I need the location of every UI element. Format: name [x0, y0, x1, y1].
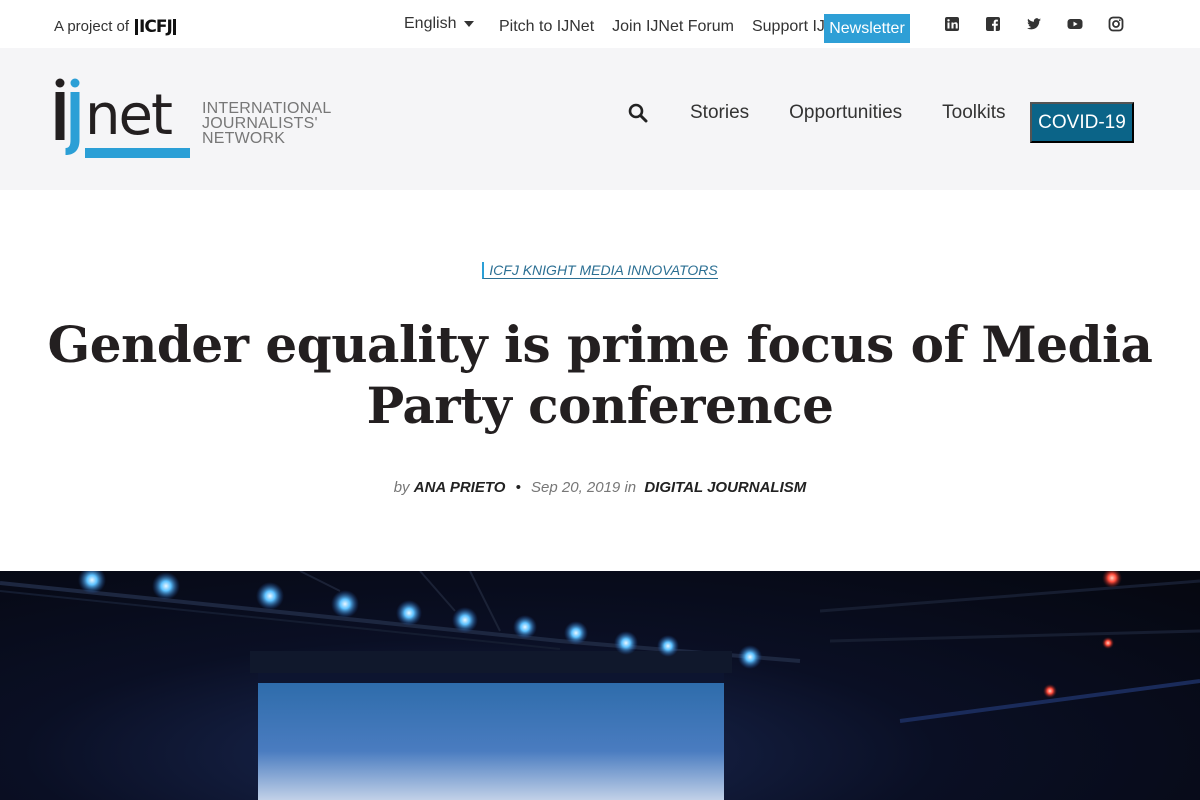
forum-link[interactable]: Join IJNet Forum [612, 18, 734, 36]
tagline-line: INTERNATIONAL [202, 100, 332, 117]
search-icon[interactable] [628, 103, 648, 123]
article-title: Gender equality is prime focus of Media … [47, 315, 1153, 435]
meta-separator: • [515, 479, 521, 496]
ijnet-logo[interactable]: net [54, 78, 190, 160]
utility-bar: A project of ICFJ English Pitch to IJNet… [0, 0, 1200, 48]
pitch-link[interactable]: Pitch to IJNet [499, 18, 594, 36]
publish-date: Sep 20, 2019 [531, 479, 621, 496]
nav-opportunities[interactable]: Opportunities [789, 102, 902, 124]
article-meta: by ANA PRIETO • Sep 20, 2019 in DIGITAL … [0, 479, 1200, 496]
language-selector[interactable]: English [404, 15, 475, 33]
linkedin-icon[interactable] [944, 16, 960, 32]
twitter-icon[interactable] [1026, 16, 1042, 32]
nav-toolkits[interactable]: Toolkits [942, 102, 1005, 124]
tagline-line: NETWORK [202, 130, 286, 147]
svg-text:net: net [85, 83, 172, 148]
article-category: ICFJ KNIGHT MEDIA INNOVATORS [0, 262, 1200, 279]
main-nav: Stories Opportunities Toolkits [628, 102, 1046, 124]
newsletter-button[interactable]: Newsletter [824, 14, 910, 43]
by-label: by [393, 479, 410, 496]
instagram-icon[interactable] [1108, 16, 1124, 32]
section-link[interactable]: DIGITAL JOURNALISM [644, 479, 806, 496]
covid-button[interactable]: COVID-19 [1030, 102, 1134, 143]
in-label: in [624, 479, 637, 496]
utility-links: Pitch to IJNet Join IJNet Forum Support … [499, 18, 850, 36]
youtube-icon[interactable] [1067, 16, 1083, 32]
site-header: net INTERNATIONAL JOURNALISTS' NETWORK S… [0, 48, 1200, 190]
caret-down-icon [464, 21, 475, 27]
nav-stories[interactable]: Stories [690, 102, 749, 124]
tagline-line: JOURNALISTS' [202, 115, 318, 132]
language-label: English [404, 15, 457, 32]
project-attribution: A project of ICFJ [54, 18, 176, 35]
icfj-logo[interactable]: ICFJ [135, 18, 176, 35]
author-link[interactable]: ANA PRIETO [414, 479, 506, 496]
facebook-icon[interactable] [985, 16, 1001, 32]
project-prefix: A project of [54, 18, 130, 35]
logo-tagline: INTERNATIONAL JOURNALISTS' NETWORK [202, 100, 332, 147]
social-links [944, 16, 1124, 32]
hero-image [0, 571, 1200, 800]
category-link[interactable]: ICFJ KNIGHT MEDIA INNOVATORS [482, 262, 718, 279]
